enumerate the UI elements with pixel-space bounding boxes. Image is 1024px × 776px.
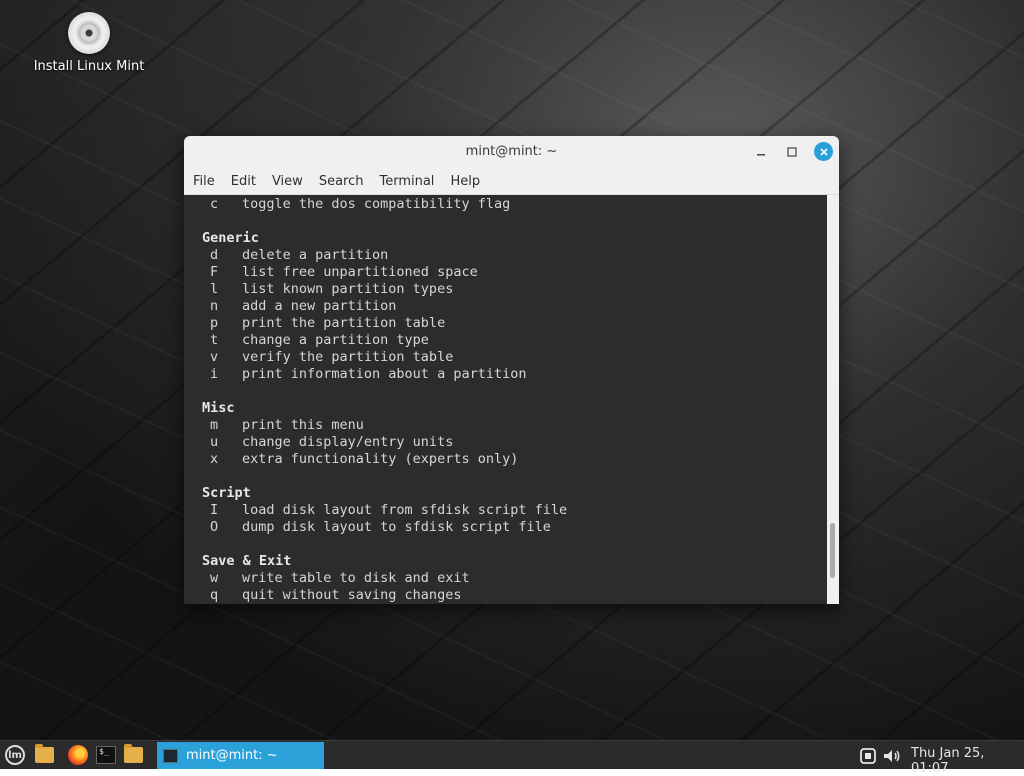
command-description: print this menu xyxy=(242,417,364,433)
terminal-command-line: Flist free unpartitioned space xyxy=(202,264,478,281)
command-key: q xyxy=(210,587,219,603)
command-description: change a partition type xyxy=(242,332,429,348)
command-description: quit without saving changes xyxy=(242,587,462,603)
command-description: toggle the dos compatibility flag xyxy=(242,196,511,212)
terminal-command-line: w write table to disk and exit xyxy=(202,570,470,587)
terminal-icon: $_ xyxy=(96,746,116,764)
menu-bar: File Edit View Search Terminal Help xyxy=(184,168,839,195)
command-key: x xyxy=(210,451,219,467)
files-launcher[interactable] xyxy=(33,744,55,766)
taskbar: lm $_ mint@mint: ~ Thu Jan 25, 01:07 xyxy=(0,740,1024,776)
folder-icon xyxy=(123,744,143,763)
menu-edit[interactable]: Edit xyxy=(223,174,264,189)
window-title: mint@mint: ~ xyxy=(465,144,558,159)
network-indicator[interactable] xyxy=(859,746,877,766)
command-key: F xyxy=(210,264,219,280)
command-description: load disk layout from sfdisk script file xyxy=(242,502,568,518)
command-description: extra functionality (experts only) xyxy=(242,451,519,467)
terminal-command-line: Iload disk layout from sfdisk script fil… xyxy=(202,502,567,519)
maximize-button[interactable] xyxy=(782,142,802,162)
terminal-command-line: p print the partition table xyxy=(202,315,445,332)
firefox-launcher[interactable] xyxy=(67,744,89,766)
menu-terminal[interactable]: Terminal xyxy=(371,174,442,189)
command-description: change display/entry units xyxy=(242,434,454,450)
files-icon xyxy=(34,744,54,763)
install-linux-mint-launcher[interactable]: Install Linux Mint xyxy=(30,12,148,74)
menu-help[interactable]: Help xyxy=(442,174,488,189)
command-key: i xyxy=(210,366,219,382)
command-description: write table to disk and exit xyxy=(242,570,470,586)
network-icon xyxy=(860,748,876,764)
terminal-command-line: Odump disk layout to sfdisk script file xyxy=(202,519,551,536)
command-key: v xyxy=(210,349,219,365)
command-description: list free unpartitioned space xyxy=(242,264,478,280)
terminal-command-line: l list known partition types xyxy=(202,281,453,298)
command-key: c xyxy=(210,196,219,212)
command-key: I xyxy=(210,502,219,518)
terminal-command-line: q quit without saving changes xyxy=(202,587,461,604)
command-description: dump disk layout to sfdisk script file xyxy=(242,519,551,535)
minimize-button[interactable] xyxy=(751,142,771,162)
terminal-section-heading: Script xyxy=(202,485,251,501)
terminal-window[interactable]: mint@mint: ~ File Edit View Search Termi… xyxy=(184,136,839,604)
command-key: d xyxy=(210,247,219,263)
taskbar-window-button[interactable]: mint@mint: ~ xyxy=(157,742,324,769)
terminal-command-line: t change a partition type xyxy=(202,332,429,349)
close-button[interactable] xyxy=(814,142,833,161)
terminal-command-line: u change display/entry units xyxy=(202,434,453,451)
terminal-section-heading: Misc xyxy=(202,400,235,416)
command-key: O xyxy=(210,519,219,535)
command-description: print information about a partition xyxy=(242,366,527,382)
terminal-command-line: m print this menu xyxy=(202,417,364,434)
terminal-section-heading: Generic xyxy=(202,230,259,246)
terminal-task-icon xyxy=(163,748,178,763)
command-description: verify the partition table xyxy=(242,349,454,365)
folder-launcher[interactable] xyxy=(122,744,144,766)
command-key: m xyxy=(210,417,219,433)
scrollbar-thumb[interactable] xyxy=(830,523,835,578)
clock[interactable]: Thu Jan 25, 01:07 xyxy=(911,746,1024,776)
desktop-icon-label: Install Linux Mint xyxy=(33,59,145,74)
desktop: Install Linux Mint mint@mint: ~ File Edi… xyxy=(0,0,1024,740)
window-titlebar[interactable]: mint@mint: ~ xyxy=(184,136,839,168)
command-description: add a new partition xyxy=(242,298,397,314)
menu-icon[interactable]: lm xyxy=(5,745,25,765)
menu-view[interactable]: View xyxy=(264,174,311,189)
disc-icon xyxy=(68,12,110,54)
terminal-launcher[interactable]: $_ xyxy=(95,744,117,766)
menu-file[interactable]: File xyxy=(184,174,223,189)
command-description: delete a partition xyxy=(242,247,389,263)
maximize-icon xyxy=(787,147,797,157)
command-description: print the partition table xyxy=(242,315,446,331)
close-icon xyxy=(819,147,828,156)
command-key: t xyxy=(210,332,219,348)
terminal-output[interactable]: c toggle the dos compatibility flag Generi… xyxy=(184,195,827,604)
terminal-command-line: v verify the partition table xyxy=(202,349,453,366)
minimize-icon xyxy=(757,154,765,156)
command-key: u xyxy=(210,434,219,450)
taskbar-window-label: mint@mint: ~ xyxy=(186,748,278,763)
menu-search[interactable]: Search xyxy=(311,174,372,189)
terminal-scrollbar[interactable] xyxy=(827,195,839,604)
command-key: l xyxy=(210,281,219,297)
firefox-icon xyxy=(68,745,88,765)
volume-icon xyxy=(884,750,900,762)
command-description: list known partition types xyxy=(242,281,454,297)
command-key: p xyxy=(210,315,219,331)
terminal-section-heading: Save & Exit xyxy=(202,553,292,569)
terminal-command-line: d delete a partition xyxy=(202,247,388,264)
command-key: w xyxy=(210,570,219,586)
volume-indicator[interactable] xyxy=(882,746,902,766)
terminal-command-line: c toggle the dos compatibility flag xyxy=(202,196,510,213)
terminal-command-line: x extra functionality (experts only) xyxy=(202,451,518,468)
command-key: n xyxy=(210,298,219,314)
terminal-command-line: i print information about a partition xyxy=(202,366,526,383)
terminal-command-line: n add a new partition xyxy=(202,298,396,315)
